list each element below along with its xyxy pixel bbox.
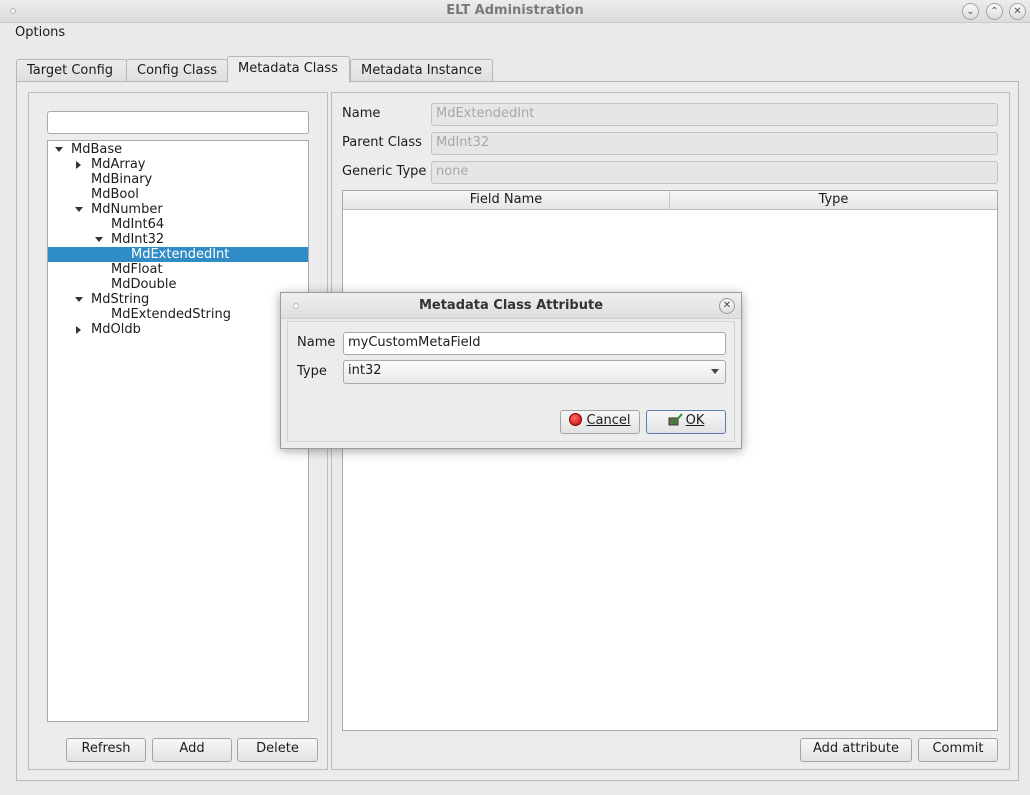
attribute-type-select[interactable]: int32 — [343, 360, 726, 384]
attributes-table[interactable]: Field Name Type — [342, 190, 998, 731]
parent-class-field: MdInt32 — [431, 132, 998, 155]
delete-button[interactable]: Delete — [237, 738, 318, 762]
tree-node-label: MdExtendedString — [111, 307, 232, 322]
attribute-name-label: Name — [297, 335, 336, 350]
tab-metadata-instance[interactable]: Metadata Instance — [350, 59, 493, 82]
dialog-title-bar: Metadata Class Attribute ✕ — [281, 293, 741, 319]
expand-down-icon[interactable] — [95, 237, 103, 242]
tree-node[interactable]: MdBool — [48, 187, 308, 202]
expand-down-icon[interactable] — [75, 207, 83, 212]
ok-button[interactable]: OK — [646, 410, 726, 434]
tree-node[interactable]: MdInt64 — [48, 217, 308, 232]
add-button[interactable]: Add — [152, 738, 232, 762]
column-header-type[interactable]: Type — [670, 191, 997, 210]
tree-node-label: MdOldb — [91, 322, 141, 337]
tree-node-label: MdBinary — [91, 172, 153, 187]
tree-node[interactable]: MdFloat — [48, 262, 308, 277]
tree-node[interactable]: MdString — [48, 292, 308, 307]
tree-node-label: MdArray — [91, 157, 146, 172]
ok-button-label: OK — [685, 413, 705, 428]
metadata-class-attribute-dialog: Metadata Class Attribute ✕ Name myCustom… — [280, 292, 742, 449]
tree-node-label: MdInt32 — [111, 232, 165, 247]
tree-node[interactable]: MdInt32 — [48, 232, 308, 247]
maximize-icon[interactable]: ⌃ — [986, 3, 1003, 20]
column-header-field-name[interactable]: Field Name — [343, 191, 670, 210]
parent-class-label: Parent Class — [342, 135, 422, 150]
tree-node[interactable]: MdBinary — [48, 172, 308, 187]
minimize-icon[interactable]: ⌄ — [962, 3, 979, 20]
tree-node[interactable]: MdBase — [48, 142, 308, 157]
tab-metadata-class[interactable]: Metadata Class — [227, 56, 350, 83]
tree-node-label: MdBool — [91, 187, 139, 202]
dialog-title: Metadata Class Attribute — [418, 298, 604, 313]
tree-node-label: MdFloat — [111, 262, 163, 277]
dialog-close-icon[interactable]: ✕ — [719, 298, 735, 314]
attribute-name-input[interactable]: myCustomMetaField — [343, 332, 726, 355]
tree-filter-input[interactable] — [47, 111, 309, 134]
name-label: Name — [342, 106, 381, 121]
expand-down-icon[interactable] — [75, 297, 83, 302]
ok-check-icon — [668, 413, 683, 426]
tree-node[interactable]: MdExtendedString — [48, 307, 308, 322]
commit-button[interactable]: Commit — [918, 738, 998, 762]
menu-options[interactable]: Options — [15, 25, 65, 40]
tree-node-label: MdNumber — [91, 202, 163, 217]
cancel-button-label: Cancel — [586, 413, 631, 428]
expand-right-icon[interactable] — [76, 326, 81, 334]
tree-node-label: MdString — [91, 292, 150, 307]
window-title: ELT Administration — [446, 3, 584, 18]
add-attribute-button[interactable]: Add attribute — [800, 738, 912, 762]
title-bar: ELT Administration ⌄ ⌃ ✕ — [0, 0, 1030, 23]
chevron-down-icon — [711, 369, 719, 374]
close-icon[interactable]: ✕ — [1009, 3, 1026, 20]
cancel-button[interactable]: Cancel — [560, 410, 640, 434]
generic-type-field: none — [431, 161, 998, 184]
class-name-field: MdExtendedInt — [431, 103, 998, 126]
refresh-button[interactable]: Refresh — [66, 738, 146, 762]
tree-node[interactable]: MdNumber — [48, 202, 308, 217]
expand-right-icon[interactable] — [76, 161, 81, 169]
tab-target-config[interactable]: Target Config — [16, 59, 127, 82]
menu-bar: Options — [0, 23, 1030, 43]
generic-type-label: Generic Type — [342, 164, 427, 179]
expand-down-icon[interactable] — [55, 147, 63, 152]
tree-node-label: MdBase — [71, 142, 123, 157]
stop-icon — [569, 413, 583, 426]
attribute-type-label: Type — [297, 364, 327, 379]
tree-node[interactable]: MdDouble — [48, 277, 308, 292]
tree-node-label: MdInt64 — [111, 217, 165, 232]
table-header: Field Name Type — [343, 191, 997, 210]
tree-node[interactable]: MdExtendedInt — [48, 247, 308, 262]
class-tree[interactable]: MdBase MdArray MdBinary MdBool MdNumber MdInt… — [47, 140, 309, 722]
tree-node-label: MdExtendedInt — [131, 247, 230, 262]
tree-node[interactable]: MdOldb — [48, 322, 308, 337]
tree-node-label: MdDouble — [111, 277, 177, 292]
attribute-type-value: int32 — [348, 363, 382, 378]
dialog-body: Name myCustomMetaField Type int32 Cancel… — [287, 321, 735, 442]
tree-node[interactable]: MdArray — [48, 157, 308, 172]
tab-config-class[interactable]: Config Class — [126, 59, 228, 82]
